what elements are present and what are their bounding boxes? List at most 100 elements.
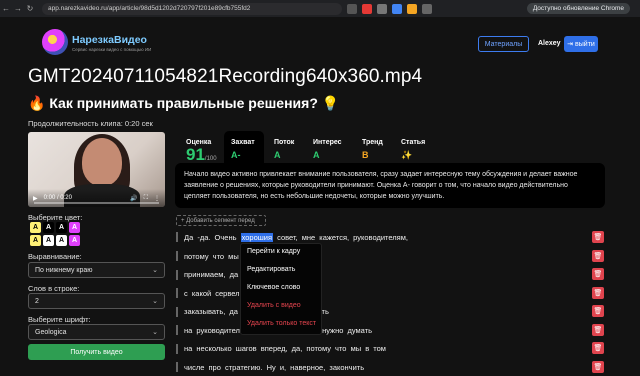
- video-frame-face: [82, 138, 122, 186]
- transcript-text: на несколько шагов вперед, да, потому чт…: [184, 344, 386, 353]
- volume-icon[interactable]: 🔊: [130, 195, 137, 202]
- trash-icon[interactable]: 🗑: [592, 342, 604, 354]
- color-swatch[interactable]: A: [69, 222, 80, 233]
- align-select[interactable]: По нижнему краю ⌄: [28, 262, 165, 278]
- align-value: По нижнему краю: [35, 266, 93, 274]
- transcript-row[interactable]: потому что мы ого решений: [176, 247, 596, 265]
- extension-icon[interactable]: [362, 3, 372, 14]
- get-video-button[interactable]: Получить видео: [28, 344, 165, 360]
- transcript-row[interactable]: заказывать, да , такая ответственность: [176, 303, 596, 321]
- transcript-text: числе про стратегию. Ну и, наверное, зак…: [184, 362, 365, 372]
- context-menu-item[interactable]: Удалить с видео: [247, 302, 301, 309]
- context-menu-item[interactable]: Ключевое слово: [247, 284, 300, 291]
- materials-button[interactable]: Материалы: [478, 36, 529, 52]
- color-swatch[interactable]: A: [43, 235, 54, 246]
- trash-icon[interactable]: 🗑: [592, 231, 604, 243]
- align-label: Выравнивание:: [28, 252, 82, 261]
- context-menu-item[interactable]: Удалить только текст: [247, 320, 316, 327]
- logo-title[interactable]: НарезкаВидео: [72, 34, 147, 46]
- video-player[interactable]: ▶ 0:00 / 0:20 🔊 ⛶ ⋮: [28, 132, 165, 207]
- add-segment-button[interactable]: + Добавить сегмент перед: [176, 215, 266, 226]
- video-time: 0:00 / 0:20: [43, 195, 72, 201]
- font-label: Выберите шрифт:: [28, 315, 91, 324]
- context-menu-item[interactable]: Редактировать: [247, 266, 295, 273]
- extension-icon[interactable]: [422, 3, 432, 14]
- metric-title: Статья: [401, 139, 426, 146]
- transcript-row[interactable]: принимаем, да неров, подрядчиков,: [176, 266, 596, 284]
- logo-icon[interactable]: [42, 29, 68, 55]
- metric-value: 91/100: [186, 145, 217, 165]
- transcript-row[interactable]: с какой сервел от, какие учебники: [176, 284, 596, 302]
- trash-icon[interactable]: 🗑: [592, 286, 604, 299]
- drag-handle[interactable]: [176, 325, 178, 335]
- tab-capture-highlight: [224, 131, 264, 163]
- drag-handle[interactable]: [176, 251, 178, 261]
- transcript-text: Да -да. Очень: [184, 232, 241, 242]
- logout-button[interactable]: ⇥ выйти: [564, 36, 598, 52]
- chevron-down-icon: ⌄: [152, 329, 158, 336]
- logo-subtitle: Сервис нарезки видео с помощью ИИ: [72, 47, 152, 52]
- user-name: Alexey: [538, 40, 561, 47]
- selected-word[interactable]: хорошия: [240, 232, 274, 242]
- reload-icon[interactable]: ↻: [24, 4, 36, 13]
- metric-value: ✨: [401, 150, 413, 160]
- color-swatch[interactable]: A: [30, 235, 41, 246]
- transcript-text: совет, мне кажется, руководителям,: [273, 232, 408, 242]
- color-swatch[interactable]: A: [56, 222, 67, 233]
- metric-title: Захват: [231, 139, 255, 146]
- address-bar[interactable]: app.narezkavideo.ru/app/article/98d5d120…: [42, 2, 342, 15]
- font-select[interactable]: Geologica ⌄: [28, 324, 165, 340]
- logout-icon: ⇥: [567, 41, 574, 48]
- extension-icon[interactable]: [377, 3, 387, 14]
- chevron-down-icon: ⌄: [152, 267, 158, 274]
- metric-value: A: [313, 150, 320, 160]
- logout-label: выйти: [575, 40, 595, 48]
- transcript-row[interactable]: на руководителе. И лучше, конечно, нужно…: [176, 321, 596, 339]
- metric-value: B: [362, 150, 369, 160]
- metric-title: Поток: [274, 139, 295, 146]
- words-label: Слов в строке:: [28, 284, 80, 293]
- clip-duration: Продолжительность клипа: 0:20 сек: [28, 119, 153, 128]
- trash-icon[interactable]: 🗑: [592, 249, 604, 262]
- forward-icon[interactable]: →: [12, 4, 24, 13]
- drag-handle[interactable]: [176, 362, 178, 372]
- color-label: Выберите цвет:: [28, 213, 83, 222]
- drag-handle[interactable]: [176, 232, 178, 242]
- video-progress[interactable]: [34, 202, 159, 204]
- drag-handle[interactable]: [176, 269, 178, 280]
- words-select[interactable]: 2 ⌄: [28, 293, 165, 309]
- color-swatch[interactable]: A: [30, 222, 41, 233]
- browser-toolbar: ← → ↻ app.narezkavideo.ru/app/article/98…: [0, 0, 640, 17]
- url-text: app.narezkavideo.ru/app/article/98d5d120…: [48, 5, 251, 12]
- transcript-row[interactable]: числе про стратегию. Ну и, наверное, зак…: [176, 358, 596, 376]
- metric-title: Интерес: [313, 139, 342, 146]
- score-number: 91: [186, 145, 205, 164]
- transcript-row[interactable]: Да -да. Очень хорошия совет, мне кажется…: [176, 228, 596, 246]
- color-swatch[interactable]: A: [69, 235, 80, 246]
- drag-handle[interactable]: [176, 306, 178, 317]
- context-menu: Перейти к кадру Редактировать Ключевое сло…: [240, 243, 322, 335]
- chrome-update-button[interactable]: Доступно обновление Chrome: [526, 3, 630, 14]
- color-swatch[interactable]: A: [56, 235, 67, 246]
- score-suffix: /100: [204, 156, 217, 162]
- metric-value: A-: [231, 150, 241, 160]
- extension-icon[interactable]: [392, 3, 402, 14]
- trash-icon[interactable]: 🗑: [592, 323, 604, 336]
- back-icon[interactable]: ←: [0, 4, 12, 13]
- trash-icon[interactable]: 🗑: [592, 360, 604, 373]
- color-swatch[interactable]: A: [43, 222, 54, 233]
- extension-icon[interactable]: [347, 3, 357, 14]
- play-icon[interactable]: ▶: [33, 195, 38, 202]
- trash-icon[interactable]: 🗑: [592, 305, 604, 317]
- transcript-row[interactable]: на несколько шагов вперед, да, потому чт…: [176, 340, 596, 358]
- context-menu-item[interactable]: Перейти к кадру: [247, 248, 300, 255]
- more-icon[interactable]: ⋮: [154, 195, 160, 202]
- extension-icon[interactable]: [407, 3, 417, 14]
- video-controls: ▶ 0:00 / 0:20 🔊 ⛶ ⋮: [28, 189, 165, 207]
- trash-icon[interactable]: 🗑: [592, 268, 604, 280]
- drag-handle[interactable]: [176, 343, 178, 354]
- font-value: Geologica: [35, 328, 67, 336]
- chevron-down-icon: ⌄: [152, 298, 158, 305]
- fullscreen-icon[interactable]: ⛶: [144, 195, 148, 202]
- drag-handle[interactable]: [176, 288, 178, 298]
